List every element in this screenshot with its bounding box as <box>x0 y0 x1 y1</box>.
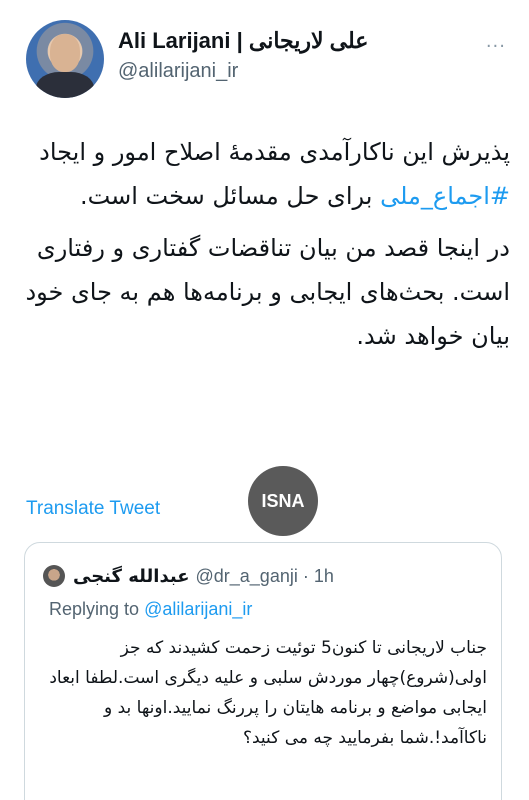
author-avatar[interactable] <box>26 20 104 98</box>
tweet-text-part: پذیرش این ناکارآمدی مقدمهٔ اصلاح امور و … <box>39 138 510 166</box>
isna-watermark: ISNA <box>248 466 318 536</box>
more-options-icon[interactable]: ··· <box>486 36 506 57</box>
quoted-author-name[interactable]: عبدالله گنجی <box>73 566 190 587</box>
tweet-paragraph-2: در اینجا قصد من بیان تناقضات گفتاری و رف… <box>25 234 510 350</box>
quoted-tweet-text: جناب لاریجانی تا کنون5 توئیت زحمت کشیدند… <box>49 638 487 748</box>
replying-handle-link[interactable]: @alilarijani_ir <box>144 599 252 619</box>
avatar-face <box>50 34 80 72</box>
author-name-block[interactable]: Ali Larijani | علی لاریجانی @alilarijani… <box>118 28 368 83</box>
hashtag-link[interactable]: #اجماع_ملی <box>380 182 510 210</box>
quoted-author-handle-time: @dr_a_ganji · 1h <box>195 565 334 586</box>
quoted-tweet[interactable]: عبدالله گنجی @dr_a_ganji · 1h Replying t… <box>24 542 502 800</box>
author-display-name[interactable]: Ali Larijani | علی لاریجانی <box>118 28 368 54</box>
quoted-author-avatar[interactable] <box>43 565 65 587</box>
tweet-header: Ali Larijani | علی لاریجانی @alilarijani… <box>26 20 506 100</box>
avatar-suit <box>36 72 94 98</box>
replying-prefix: Replying to <box>49 599 145 619</box>
tweet-text: پذیرش این ناکارآمدی مقدمهٔ اصلاح امور و … <box>18 130 510 366</box>
quoted-tweet-header: عبدالله گنجی @dr_a_ganji · 1h <box>43 563 334 589</box>
tweet-paragraph-1: پذیرش این ناکارآمدی مقدمهٔ اصلاح امور و … <box>18 130 510 218</box>
replying-to: Replying to @alilarijani_ir <box>49 599 252 620</box>
translate-tweet-link[interactable]: Translate Tweet <box>26 498 160 520</box>
author-handle[interactable]: @alilarijani_ir <box>118 60 368 83</box>
tweet-text-part: برای حل مسائل سخت است. <box>79 182 381 210</box>
